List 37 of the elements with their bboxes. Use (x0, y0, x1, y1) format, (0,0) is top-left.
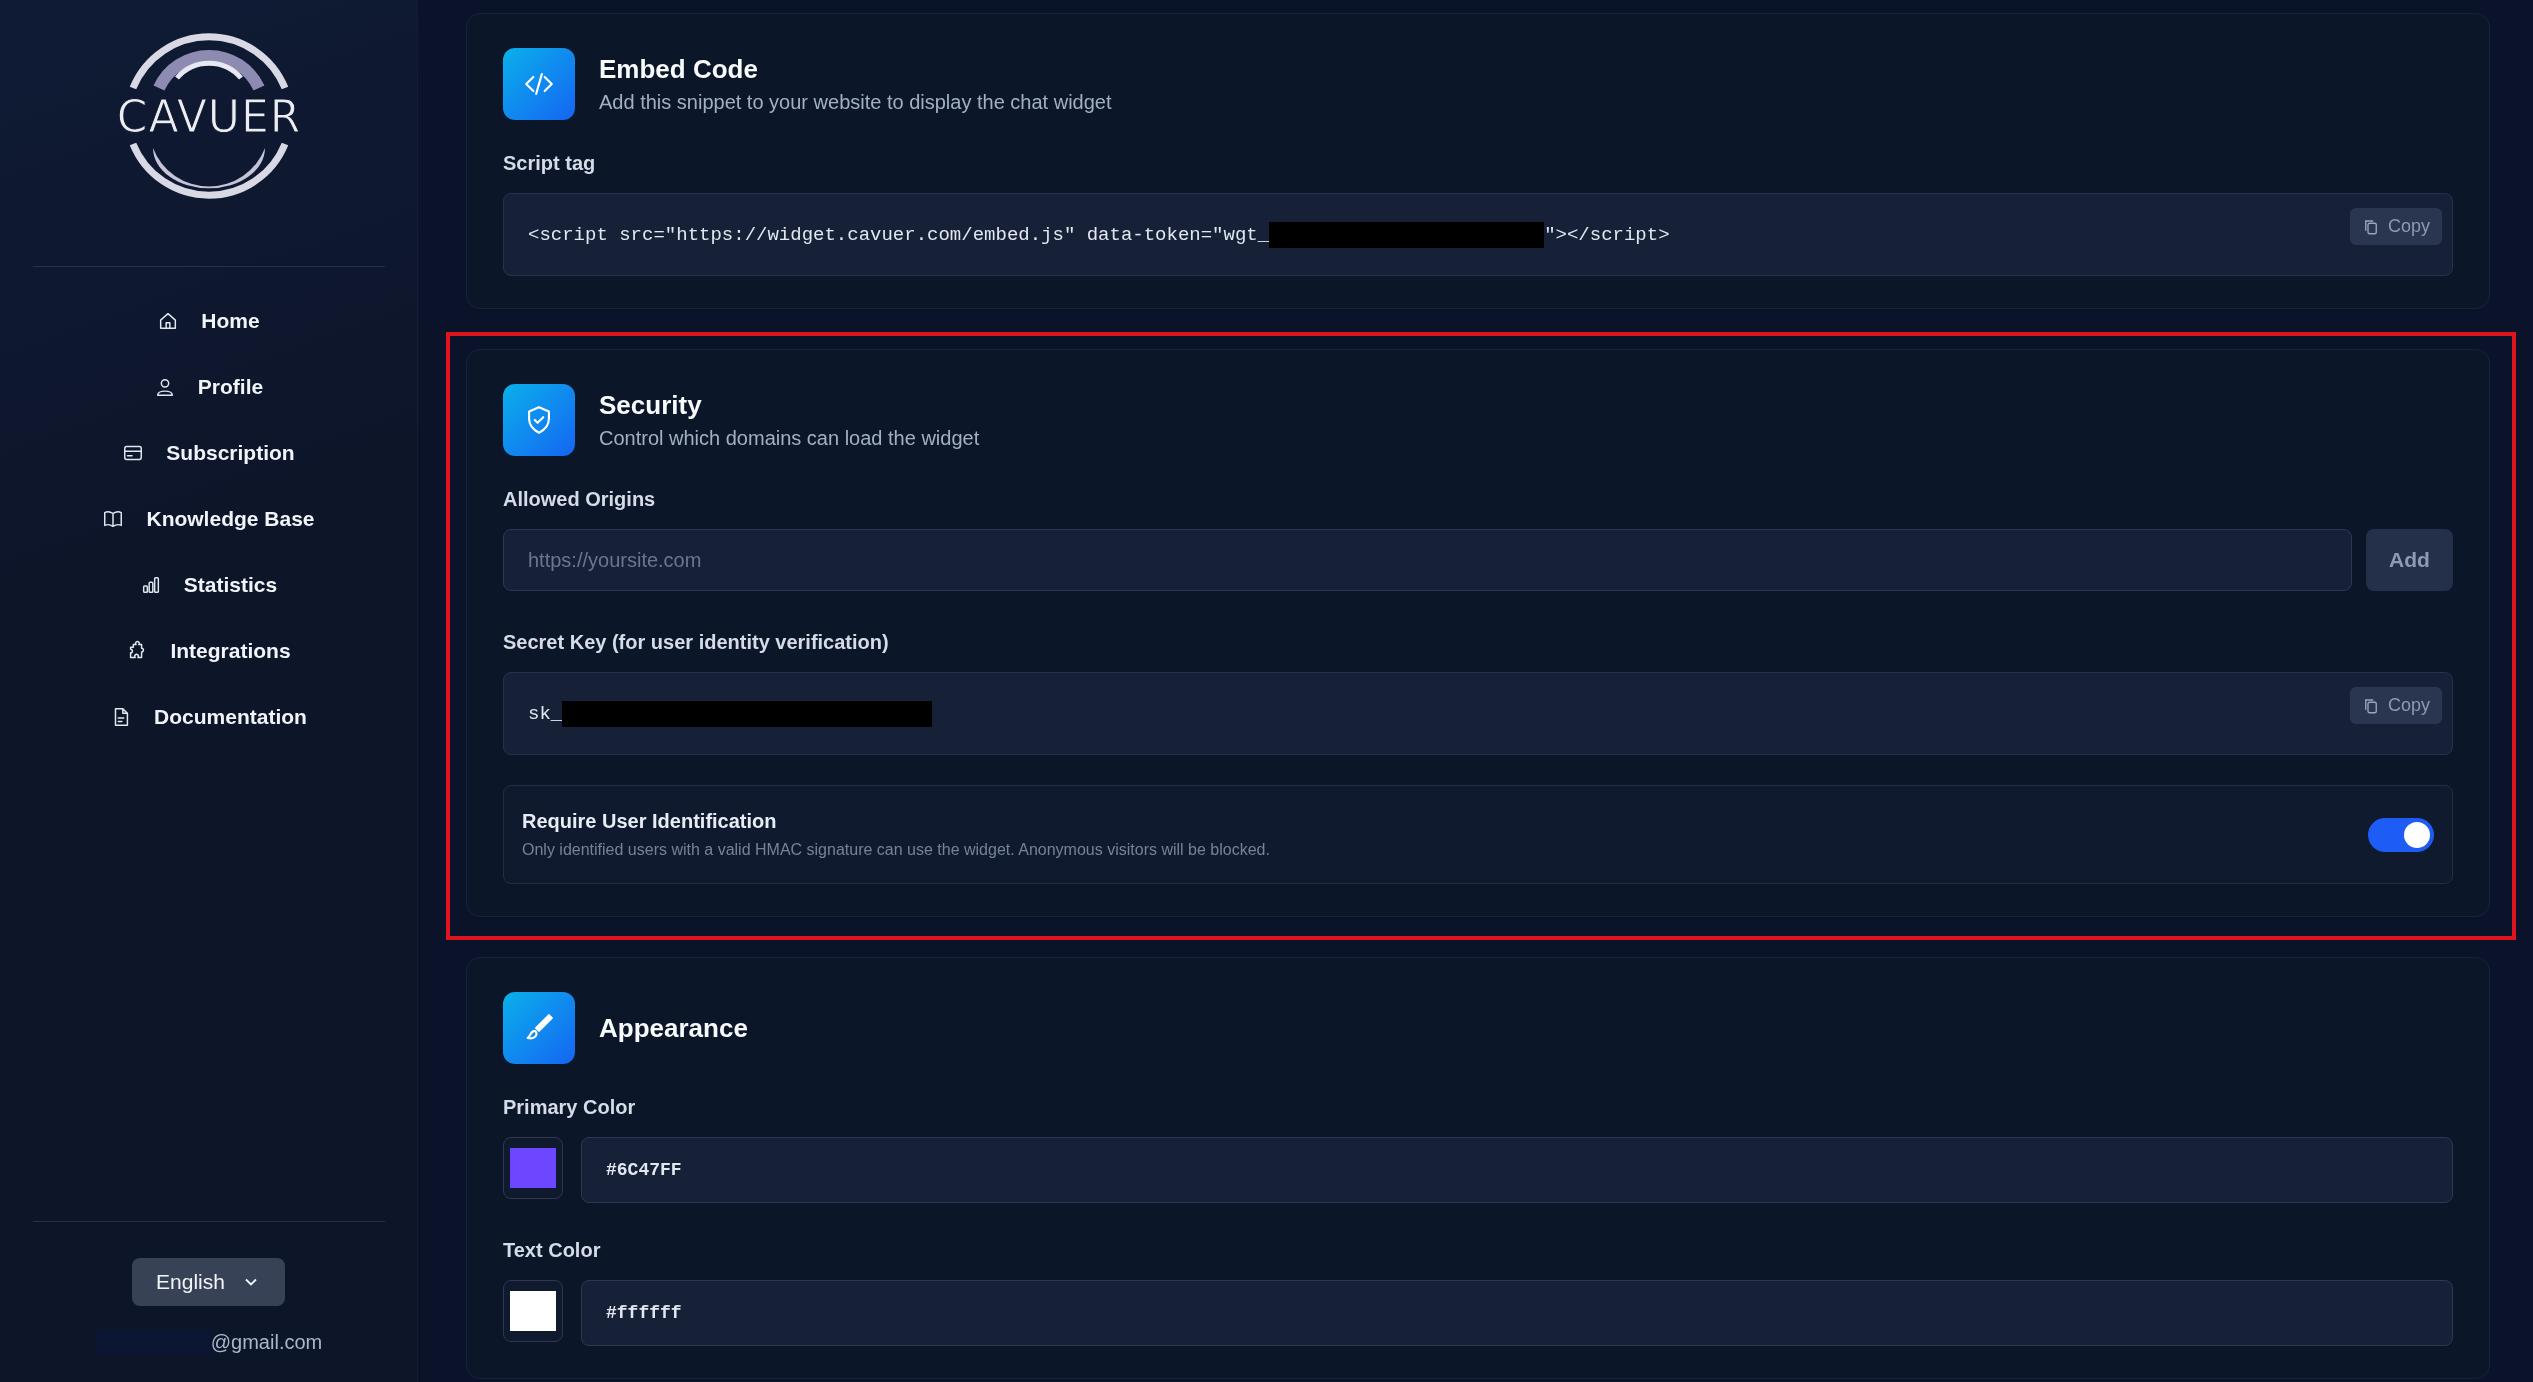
field-label: Secret Key (for user identity verification) (503, 631, 890, 654)
section-title: Security (599, 390, 703, 421)
secret-key-text: sk_ (528, 702, 563, 725)
field-label: Script tag (503, 152, 597, 175)
field-label: Primary Color (503, 1096, 637, 1119)
code-text: <script src="https://widget.cavuer.com/embed.js" data-token="wgt_ (528, 223, 1270, 246)
origin-input[interactable]: https://yoursite.com (503, 529, 2352, 591)
color-swatch[interactable] (503, 1280, 563, 1342)
nav-link[interactable]: Home (157, 303, 260, 339)
code-icon (503, 48, 575, 120)
nav-link[interactable]: Documentation (110, 699, 307, 735)
copy-button[interactable]: Copy (2349, 687, 2442, 724)
user-email: @gmail.com (210, 1330, 323, 1354)
section-title: Embed Code (599, 54, 759, 85)
color-input[interactable]: #ffffff (581, 1280, 2453, 1346)
setting-description: Only identified users with a valid HMAC signature can use the widget. Anonymous visitors will be blocked. (522, 841, 1270, 859)
color-input[interactable]: #6C47FF (581, 1137, 2453, 1203)
copy-button[interactable]: Copy (2349, 208, 2442, 245)
color-swatch[interactable] (503, 1137, 563, 1199)
code-text: "></script> (1544, 223, 1670, 246)
brush-icon (503, 992, 575, 1064)
field-label: Text Color (503, 1239, 602, 1262)
setting-title: Require User Identification (522, 810, 778, 833)
book-icon (102, 508, 125, 530)
field-label: Allowed Origins (503, 488, 657, 511)
toggle-switch[interactable] (2368, 817, 2434, 852)
shield-check-icon (503, 384, 575, 456)
section-subtitle: Control which domains can load the widget (599, 427, 980, 450)
nav-link[interactable]: Integrations (126, 633, 291, 669)
section-subtitle: Add this snippet to your website to display the chat widget (599, 91, 1112, 114)
nav-link[interactable]: Knowledge Base (102, 501, 315, 537)
nav-link[interactable]: Statistics (139, 567, 278, 603)
add-button[interactable]: Add (2366, 529, 2453, 591)
language-select[interactable]: English (132, 1258, 285, 1306)
nav-link[interactable]: Subscription (122, 435, 295, 471)
section-title: Appearance (599, 1012, 748, 1044)
nav-link[interactable]: Profile (153, 369, 264, 405)
